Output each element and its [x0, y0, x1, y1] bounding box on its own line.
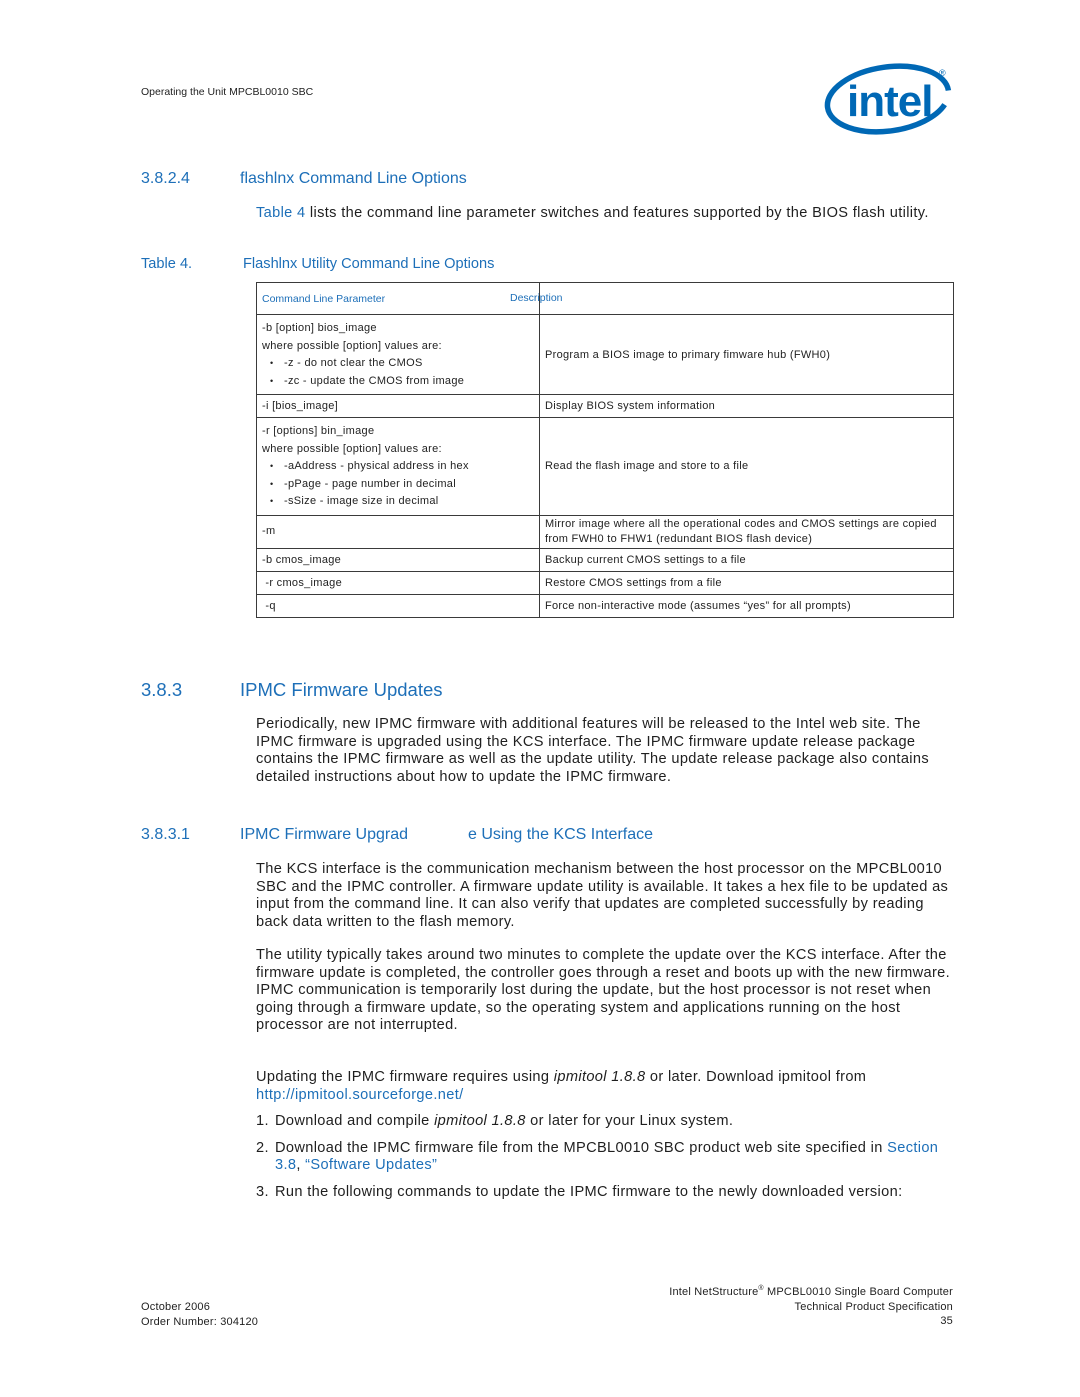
table-row: -m Mirror image where all the operationa… — [256, 514, 954, 549]
footer-product-suffix: MPCBL0010 Single Board Computer — [763, 1286, 953, 1298]
footer-left: October 2006 Order Number: 304120 — [141, 1300, 258, 1329]
footer-product: Intel NetStructure® MPCBL0010 Single Boa… — [669, 1285, 953, 1300]
description-cell: Backup current CMOS settings to a file — [539, 547, 954, 572]
running-header: Operating the Unit MPCBL0010 SBC — [141, 86, 314, 98]
column-header-description-text: Description — [510, 292, 563, 304]
paragraph-text: The KCS interface is the communication m… — [256, 861, 949, 930]
software-updates-link[interactable]: “Software Updates” — [305, 1157, 437, 1173]
section-title-part2: e Using the KCS Interface — [468, 826, 654, 843]
table-row: -r [options] bin_image where possible [o… — [256, 417, 954, 516]
intel-logo-icon: intel ® — [824, 63, 952, 135]
table-caption-number: Table 4. — [141, 256, 193, 272]
section-title: IPMC Firmware Updates — [240, 679, 443, 700]
param-bullet: -z - do not clear the CMOS — [262, 355, 534, 373]
section-number: 3.8.2.4 — [141, 170, 190, 187]
table-row: -q Force non-interactive mode (assumes “… — [256, 593, 954, 618]
param-line: -r [options] bin_image — [262, 425, 375, 437]
description-cell: Restore CMOS settings from a file — [539, 570, 954, 595]
paragraph-text: The utility typically takes around two m… — [256, 947, 951, 1033]
intel-logo: intel ® — [822, 54, 954, 140]
description-cell: Display BIOS system information — [539, 394, 954, 418]
footer-date: October 2006 — [141, 1301, 211, 1313]
description-cell: Force non-interactive mode (assumes “yes… — [539, 593, 954, 618]
param-bullet: -aAddress - physical address in hex — [262, 458, 534, 476]
param-cell: -r cmos_image — [256, 570, 540, 595]
param-bullet: -pPage - page number in decimal — [262, 476, 534, 494]
param-cell: -i [bios_image] — [256, 394, 540, 418]
footer-order-number: Order Number: 304120 — [141, 1315, 259, 1328]
table-row: -b [option] bios_image where possible [o… — [256, 314, 954, 395]
step-text: Download the IPMC firmware file from the… — [275, 1139, 888, 1156]
list-item: 1. Download and compile ipmitool 1.8.8 o… — [256, 1113, 956, 1131]
ipmc-updates-paragraph: Periodically, new IPMC firmware with add… — [256, 716, 956, 786]
section-number: 3.8.3.1 — [141, 826, 190, 843]
list-item: 3. Run the following commands to update … — [256, 1184, 956, 1202]
step-number: 1. — [256, 1113, 269, 1129]
footer-doc-type: Technical Product Specification — [794, 1300, 953, 1313]
table-header-row: Command Line Parameter Description — [256, 282, 954, 315]
section-title-part1: IPMC Firmware Upgrad — [240, 826, 409, 843]
step-text: or later for your Linux system. — [525, 1113, 734, 1129]
column-header-description: Description — [510, 282, 954, 315]
paragraph-text: Periodically, new IPMC firmware with add… — [256, 716, 929, 785]
param-line: where possible [option] values are: — [262, 442, 442, 455]
section-title: flashlnx Command Line Options — [240, 170, 467, 187]
description-cell: Mirror image where all the operational c… — [539, 514, 954, 549]
section-title: IPMC Firmware Upgrad e Using the KCS Inte… — [240, 826, 653, 844]
param-cell: -b cmos_image — [256, 547, 540, 572]
ipmitool-version: ipmitool 1.8.8 — [434, 1113, 526, 1129]
step-text: , — [296, 1157, 306, 1173]
param-cell: -b [option] bios_image where possible [o… — [256, 314, 540, 395]
param-cell: -r [options] bin_image where possible [o… — [256, 417, 540, 516]
kcs-paragraph-1: The KCS interface is the communication m… — [256, 861, 956, 931]
param-bullet: -zc - update the CMOS from image — [262, 373, 534, 391]
intro-text: lists the command line parameter switche… — [305, 205, 929, 221]
logo-registered-mark: ® — [939, 68, 946, 78]
step-number: 3. — [256, 1183, 269, 1200]
ipmitool-url-link[interactable]: http://ipmitool.sourceforge.net/ — [256, 1087, 464, 1103]
step-number: 2. — [256, 1139, 269, 1156]
kcs-paragraph-3: Updating the IPMC firmware requires usin… — [256, 1069, 956, 1104]
description-cell: Read the flash image and store to a file — [539, 417, 954, 516]
update-steps-list: 1. Download and compile ipmitool 1.8.8 o… — [256, 1113, 956, 1210]
step-text: Download and compile — [275, 1113, 435, 1129]
kcs-paragraph-2: The utility typically takes around two m… — [256, 947, 956, 1035]
param-cell: -m — [256, 514, 540, 549]
table-intro-paragraph: Table 4 lists the command line parameter… — [256, 205, 956, 223]
footer-product-prefix: Intel NetStructure — [669, 1286, 759, 1298]
command-line-options-table: Command Line Parameter Description -b [o… — [256, 282, 954, 618]
page-number: 35 — [940, 1315, 953, 1327]
column-header-parameter: Command Line Parameter — [256, 282, 540, 315]
table-row: -i [bios_image] Display BIOS system info… — [256, 394, 954, 418]
table-4-link[interactable]: Table 4 — [256, 205, 306, 221]
table-row: -r cmos_image Restore CMOS settings from… — [256, 570, 954, 595]
footer-right: Intel NetStructure® MPCBL0010 Single Boa… — [669, 1285, 953, 1329]
table-caption-title: Flashlnx Utility Command Line Options — [243, 256, 495, 272]
list-item: 2. Download the IPMC firmware file from … — [256, 1140, 956, 1175]
param-bullet: -sSize - image size in decimal — [262, 493, 534, 511]
param-line: -b [option] bios_image — [262, 322, 377, 334]
paragraph-text: or later. Download ipmitool from — [645, 1069, 867, 1085]
section-number: 3.8.3 — [141, 679, 183, 700]
logo-wordmark: intel — [847, 77, 932, 126]
table-row: -b cmos_image Backup current CMOS settin… — [256, 547, 954, 572]
description-cell: Program a BIOS image to primary fimware … — [539, 314, 954, 395]
param-cell: -q — [256, 593, 540, 618]
ipmitool-version: ipmitool 1.8.8 — [553, 1069, 646, 1085]
step-text: Run the following commands to update the… — [275, 1183, 903, 1200]
paragraph-text: Updating the IPMC firmware requires usin… — [256, 1069, 554, 1085]
param-line: where possible [option] values are: — [262, 339, 442, 352]
